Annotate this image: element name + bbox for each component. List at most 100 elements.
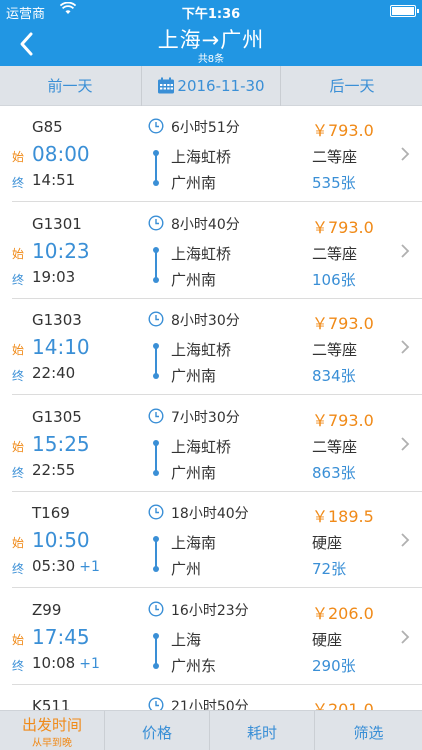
travel-duration: 18小时40分 bbox=[171, 506, 249, 522]
ticket-price: ￥793.0 bbox=[312, 411, 374, 430]
origin-tag: 始 bbox=[12, 633, 25, 647]
arrival-time: 05:30 bbox=[32, 557, 76, 575]
sort-by-departure-tab[interactable]: 出发时间 从早到晚 bbox=[0, 711, 105, 750]
train-row[interactable]: Z99 始 17:45 终 10:08 +1 16小时23分 上海 广州东 ￥206.0 硬座 290… bbox=[0, 589, 422, 685]
arrival-time: 22:55 bbox=[32, 461, 76, 479]
train-row[interactable]: T169 始 10:50 终 05:30 +1 18小时40分 上海南 广州 ￥189.5 硬座 72… bbox=[0, 492, 422, 588]
seat-type: 硬座 bbox=[312, 534, 343, 552]
sort-by-departure-label: 出发时间 bbox=[21, 716, 82, 734]
clock-time: 下午1:36 bbox=[181, 7, 241, 22]
terminal-tag: 终 bbox=[12, 369, 25, 383]
sort-by-price-label: 价格 bbox=[141, 724, 172, 742]
chevron-right-icon bbox=[401, 244, 410, 258]
train-number: G1303 bbox=[32, 311, 82, 329]
seat-type: 二等座 bbox=[312, 438, 358, 456]
departure-station: 上海虹桥 bbox=[171, 341, 232, 359]
ticket-price: ￥793.0 bbox=[312, 218, 374, 237]
arrival-time: 19:03 bbox=[32, 268, 76, 286]
train-row[interactable]: G85 始 08:00 终 14:51 6小时51分 上海虹桥 广州南 ￥793.0 二等座 535… bbox=[0, 106, 422, 202]
origin-tag: 始 bbox=[12, 247, 25, 261]
origin-tag: 始 bbox=[12, 150, 25, 164]
departure-station: 上海虹桥 bbox=[171, 148, 232, 166]
filter-tab[interactable]: 筛选 bbox=[315, 711, 422, 750]
train-number: G1305 bbox=[32, 408, 82, 426]
date-picker-button[interactable]: 2016-11-30 bbox=[141, 66, 281, 106]
clock-icon bbox=[148, 311, 164, 327]
arrival-time-wrap: 14:51 bbox=[32, 171, 79, 189]
next-day-button[interactable]: 后一天 bbox=[282, 66, 422, 106]
arrival-time-wrap: 19:03 bbox=[32, 268, 79, 286]
status-bar: 运营商 下午1:36 bbox=[0, 0, 422, 22]
row-divider bbox=[12, 201, 422, 202]
arrival-time: 14:51 bbox=[32, 171, 76, 189]
ticket-price: ￥793.0 bbox=[312, 121, 374, 140]
filter-label: 筛选 bbox=[353, 724, 384, 742]
route-line-icon bbox=[153, 343, 159, 379]
row-divider bbox=[12, 587, 422, 588]
chevron-right-icon bbox=[401, 340, 410, 354]
clock-icon bbox=[148, 601, 164, 617]
departure-time: 08:00 bbox=[32, 142, 90, 166]
train-row[interactable]: K511始终21小时50分￥201.0 bbox=[0, 685, 422, 710]
train-row[interactable]: G1303 始 14:10 终 22:40 8小时30分 上海虹桥 广州南 ￥793.0 二等座 8… bbox=[0, 299, 422, 395]
remaining-tickets: 290张 bbox=[312, 657, 356, 675]
chevron-right-icon bbox=[401, 630, 410, 644]
sort-by-price-tab[interactable]: 价格 bbox=[105, 711, 210, 750]
navigation-bar: 上海→广州 共8条 bbox=[0, 22, 422, 66]
sort-by-duration-label: 耗时 bbox=[246, 724, 277, 742]
departure-time: 17:45 bbox=[32, 625, 90, 649]
travel-duration: 21小时50分 bbox=[171, 699, 249, 710]
date-selector: 前一天 2016-11-30 后一天 bbox=[0, 66, 422, 106]
current-date: 2016-11-30 bbox=[177, 77, 265, 95]
train-row[interactable]: G1305 始 15:25 终 22:55 7小时30分 上海虹桥 广州南 ￥793.0 二等座 8… bbox=[0, 396, 422, 492]
ticket-price: ￥189.5 bbox=[312, 507, 374, 526]
sort-filter-bar: 出发时间 从早到晚 价格 耗时 筛选 bbox=[0, 710, 422, 750]
terminal-tag: 终 bbox=[12, 273, 25, 287]
sort-order-label: 从早到晚 bbox=[32, 738, 72, 749]
terminal-tag: 终 bbox=[12, 466, 25, 480]
route-line-icon bbox=[153, 150, 159, 186]
travel-duration: 16小时23分 bbox=[171, 603, 249, 619]
sort-by-duration-tab[interactable]: 耗时 bbox=[210, 711, 315, 750]
result-count: 共8条 bbox=[197, 54, 225, 65]
ticket-price: ￥201.0 bbox=[312, 700, 374, 710]
departure-time: 10:23 bbox=[32, 239, 90, 263]
seat-type: 二等座 bbox=[312, 341, 358, 359]
chevron-right-icon bbox=[401, 147, 410, 161]
train-number: Z99 bbox=[32, 601, 62, 619]
arrival-time: 22:40 bbox=[32, 364, 76, 382]
terminal-tag: 终 bbox=[12, 659, 25, 673]
arrival-time-wrap: 10:08 +1 bbox=[32, 654, 100, 672]
train-list[interactable]: G85 始 08:00 终 14:51 6小时51分 上海虹桥 广州南 ￥793.0 二等座 535… bbox=[0, 106, 422, 710]
arrival-time-wrap: 22:40 bbox=[32, 364, 79, 382]
next-day-indicator: +1 bbox=[79, 656, 100, 672]
chevron-right-icon bbox=[401, 437, 410, 451]
terminal-tag: 终 bbox=[12, 176, 25, 190]
train-number: G85 bbox=[32, 118, 63, 136]
calendar-icon bbox=[158, 77, 175, 94]
previous-day-button[interactable]: 前一天 bbox=[0, 66, 140, 106]
remaining-tickets: 106张 bbox=[312, 271, 356, 289]
seat-type: 二等座 bbox=[312, 245, 358, 263]
train-number: T169 bbox=[32, 504, 70, 522]
ticket-price: ￥793.0 bbox=[312, 314, 374, 333]
route-line-icon bbox=[153, 633, 159, 669]
train-row[interactable]: G1301 始 10:23 终 19:03 8小时40分 上海虹桥 广州南 ￥793.0 二等座 1… bbox=[0, 203, 422, 299]
arrival-time: 10:08 bbox=[32, 654, 76, 672]
departure-station: 上海虹桥 bbox=[171, 245, 232, 263]
remaining-tickets: 863张 bbox=[312, 464, 356, 482]
ticket-price: ￥206.0 bbox=[312, 604, 374, 623]
travel-duration: 8小时40分 bbox=[171, 217, 240, 233]
departure-station: 上海虹桥 bbox=[171, 438, 232, 456]
chevron-right-icon bbox=[401, 533, 410, 547]
departure-station: 上海 bbox=[171, 631, 202, 649]
train-number: K511 bbox=[32, 697, 71, 710]
arrival-time-wrap: 05:30 +1 bbox=[32, 557, 100, 575]
remaining-tickets: 72张 bbox=[312, 560, 347, 578]
travel-duration: 7小时30分 bbox=[171, 410, 240, 426]
arrival-station: 广州南 bbox=[171, 271, 217, 289]
departure-station: 上海南 bbox=[171, 534, 217, 552]
arrival-station: 广州南 bbox=[171, 367, 217, 385]
origin-tag: 始 bbox=[12, 343, 25, 357]
clock-icon bbox=[148, 118, 164, 134]
